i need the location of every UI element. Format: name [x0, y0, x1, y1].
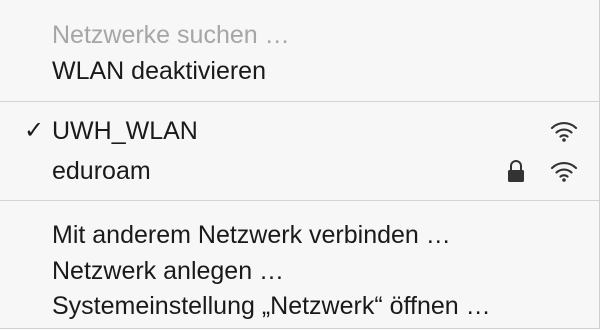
menu-separator — [0, 101, 599, 102]
open-network-preferences-item[interactable]: Systemeinstellung „Netzwerk“ öffnen … — [0, 286, 599, 326]
connect-other-network-label: Mit anderem Netzwerk verbinden … — [52, 221, 451, 249]
open-network-preferences-label: Systemeinstellung „Netzwerk“ öffnen … — [52, 292, 491, 320]
lock-icon — [508, 160, 524, 182]
wifi-icon — [550, 161, 578, 182]
network-item-uwh-wlan[interactable]: ✓ UWH_WLAN — [0, 111, 599, 151]
wifi-menu: Netzwerke suchen … WLAN deaktivieren ✓ U… — [0, 0, 600, 329]
menu-separator — [0, 200, 599, 201]
search-networks-item: Netzwerke suchen … — [0, 15, 599, 55]
disable-wifi-item[interactable]: WLAN deaktivieren — [0, 51, 599, 91]
checkmark-icon: ✓ — [24, 117, 45, 144]
wifi-icon — [550, 121, 578, 142]
connect-other-network-item[interactable]: Mit anderem Netzwerk verbinden … — [0, 215, 599, 255]
network-name: UWH_WLAN — [52, 117, 198, 145]
search-networks-label: Netzwerke suchen … — [52, 21, 290, 49]
disable-wifi-label: WLAN deaktivieren — [52, 57, 266, 85]
create-network-label: Netzwerk anlegen … — [52, 257, 285, 285]
network-name: eduroam — [52, 157, 151, 185]
create-network-item[interactable]: Netzwerk anlegen … — [0, 251, 599, 291]
network-item-eduroam[interactable]: eduroam — [0, 151, 599, 191]
